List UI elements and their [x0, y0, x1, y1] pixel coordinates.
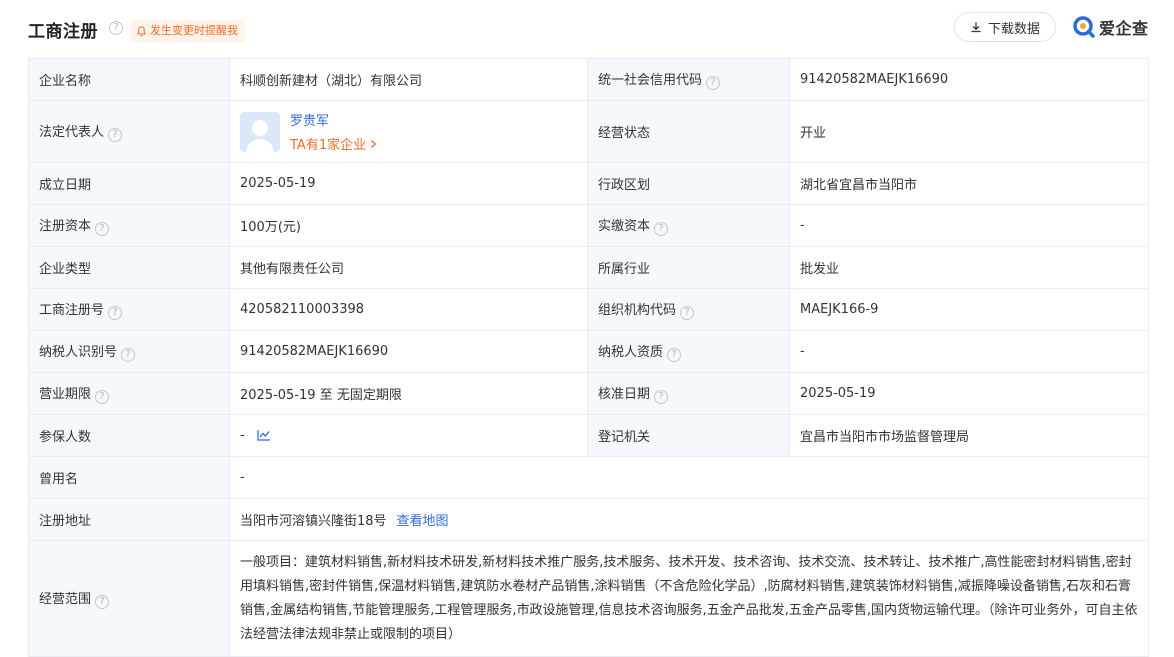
authority-value: 宜昌市当阳市市场监督管理局	[789, 414, 1149, 457]
help-icon[interactable]: ?	[667, 348, 682, 362]
table-row: 注册地址 当阳市河溶镇兴隆街18号 查看地图	[28, 498, 1149, 541]
section-title: 工商注册	[28, 22, 98, 42]
insured-value: -	[240, 428, 245, 443]
section-header: 工商注册 ? 发生变更时提醒我 下载数据 爱企查	[0, 0, 1174, 58]
taxpayer-id-label-cell: 纳税人识别号?	[28, 330, 230, 373]
help-icon[interactable]: ?	[680, 306, 695, 320]
table-row: 营业期限? 2025-05-19 至 无固定期限 核准日期? 2025-05-1…	[28, 372, 1149, 415]
download-data-button[interactable]: 下载数据	[954, 12, 1056, 42]
help-icon[interactable]: ?	[108, 306, 123, 320]
help-icon[interactable]: ?	[654, 222, 669, 236]
former-name-label: 曾用名	[28, 456, 230, 499]
company-type-value: 其他有限责任公司	[229, 246, 588, 289]
help-icon[interactable]: ?	[95, 222, 110, 236]
legal-rep-name-link[interactable]: 罗贵军	[290, 110, 377, 129]
table-row: 参保人数 - 登记机关 宜昌市当阳市市场监督管理局	[28, 414, 1149, 457]
help-icon[interactable]: ?	[95, 595, 110, 609]
org-code-label-cell: 组织机构代码?	[587, 288, 790, 331]
view-map-link[interactable]: 查看地图	[397, 514, 449, 529]
table-row: 纳税人识别号? 91420582MAEJK16690 纳税人资质? -	[28, 330, 1149, 373]
reg-capital-label: 注册资本	[39, 219, 92, 234]
taxpayer-qual-label-cell: 纳税人资质?	[587, 330, 790, 373]
insured-label: 参保人数	[28, 414, 230, 457]
taxpayer-qual-label: 纳税人资质	[598, 345, 664, 360]
help-icon[interactable]: ?	[121, 348, 136, 362]
approval-date-label-cell: 核准日期?	[587, 372, 790, 415]
trend-chart-icon[interactable]	[257, 429, 271, 441]
change-alert-label: 发生变更时提醒我	[150, 24, 238, 37]
legal-rep-label: 法定代表人	[39, 125, 105, 140]
bell-icon	[136, 25, 147, 36]
region-label: 行政区划	[587, 162, 790, 205]
founded-value: 2025-05-19	[229, 162, 588, 205]
logo-text: 爱企查	[1099, 19, 1149, 38]
table-row: 企业名称 科顺创新建材（湖北）有限公司 统一社会信用代码? 91420582MA…	[28, 58, 1149, 101]
status-value: 开业	[789, 100, 1149, 163]
founded-label: 成立日期	[28, 162, 230, 205]
address-value-cell: 当阳市河溶镇兴隆街18号 查看地图	[229, 498, 1149, 541]
credit-code-label-cell: 统一社会信用代码?	[587, 58, 790, 101]
taxpayer-id-label: 纳税人识别号	[39, 345, 118, 360]
industry-label: 所属行业	[587, 246, 790, 289]
approval-date-value: 2025-05-19	[789, 372, 1149, 415]
insured-value-cell: -	[229, 414, 588, 457]
avatar[interactable]	[240, 111, 280, 152]
help-icon[interactable]: ?	[109, 21, 123, 35]
paid-capital-label-cell: 实缴资本?	[587, 204, 790, 247]
credit-code-value: 91420582MAEJK16690	[789, 58, 1149, 101]
address-label: 注册地址	[28, 498, 230, 541]
company-name-value: 科顺创新建材（湖北）有限公司	[229, 58, 588, 101]
table-row: 法定代表人? 罗贵军 TA有1家企业 经营状态 开业	[28, 100, 1149, 163]
help-icon[interactable]: ?	[95, 390, 110, 404]
former-name-value: -	[229, 456, 1149, 499]
registration-info-table: 企业名称 科顺创新建材（湖北）有限公司 统一社会信用代码? 91420582MA…	[28, 58, 1149, 657]
download-label: 下载数据	[987, 21, 1040, 37]
table-row: 注册资本? 100万(元) 实缴资本? -	[28, 204, 1149, 247]
address-value: 当阳市河溶镇兴隆街18号	[240, 514, 387, 529]
org-code-label: 组织机构代码	[598, 303, 677, 318]
scope-value: 一般项目：建筑材料销售,新材料技术研发,新材料技术推广服务,技术服务、技术开发、…	[229, 540, 1149, 657]
region-value: 湖北省宜昌市当阳市	[789, 162, 1149, 205]
change-alert-button[interactable]: 发生变更时提醒我	[130, 20, 245, 42]
scope-label-cell: 经营范围?	[28, 540, 230, 657]
industry-value: 批发业	[789, 246, 1149, 289]
table-row: 经营范围? 一般项目：建筑材料销售,新材料技术研发,新材料技术推广服务,技术服务…	[28, 540, 1149, 657]
paid-capital-value: -	[789, 204, 1149, 247]
status-label: 经营状态	[587, 100, 790, 163]
scope-label: 经营范围	[39, 592, 92, 607]
business-term-label: 营业期限	[39, 387, 92, 402]
help-icon[interactable]: ?	[706, 76, 721, 90]
company-type-label: 企业类型	[28, 246, 230, 289]
aiqicha-logo-icon	[1073, 16, 1095, 38]
table-row: 工商注册号? 420582110003398 组织机构代码? MAEJK166-…	[28, 288, 1149, 331]
legal-rep-value-cell: 罗贵军 TA有1家企业	[229, 100, 588, 163]
authority-label: 登记机关	[587, 414, 790, 457]
legal-rep-companies-text: TA有1家企业	[290, 138, 367, 153]
business-term-value: 2025-05-19 至 无固定期限	[229, 372, 588, 415]
table-row: 成立日期 2025-05-19 行政区划 湖北省宜昌市当阳市	[28, 162, 1149, 205]
aiqicha-logo: 爱企查	[1072, 15, 1149, 39]
reg-number-label: 工商注册号	[39, 303, 105, 318]
table-row: 企业类型 其他有限责任公司 所属行业 批发业	[28, 246, 1149, 289]
approval-date-label: 核准日期	[598, 387, 651, 402]
business-term-label-cell: 营业期限?	[28, 372, 230, 415]
help-icon[interactable]: ?	[108, 128, 123, 142]
chevron-right-icon	[371, 140, 377, 148]
taxpayer-qual-value: -	[789, 330, 1149, 373]
reg-capital-label-cell: 注册资本?	[28, 204, 230, 247]
taxpayer-id-value: 91420582MAEJK16690	[229, 330, 588, 373]
reg-capital-value: 100万(元)	[229, 204, 588, 247]
legal-rep-companies-link[interactable]: TA有1家企业	[290, 134, 377, 153]
paid-capital-label: 实缴资本	[598, 219, 651, 234]
table-row: 曾用名 -	[28, 456, 1149, 499]
reg-number-value: 420582110003398	[229, 288, 588, 331]
legal-rep-label-cell: 法定代表人?	[28, 100, 230, 163]
company-name-label: 企业名称	[28, 58, 230, 101]
help-icon[interactable]: ?	[654, 390, 669, 404]
org-code-value: MAEJK166-9	[789, 288, 1149, 331]
credit-code-label: 统一社会信用代码	[598, 73, 703, 88]
reg-number-label-cell: 工商注册号?	[28, 288, 230, 331]
download-icon	[971, 22, 981, 33]
